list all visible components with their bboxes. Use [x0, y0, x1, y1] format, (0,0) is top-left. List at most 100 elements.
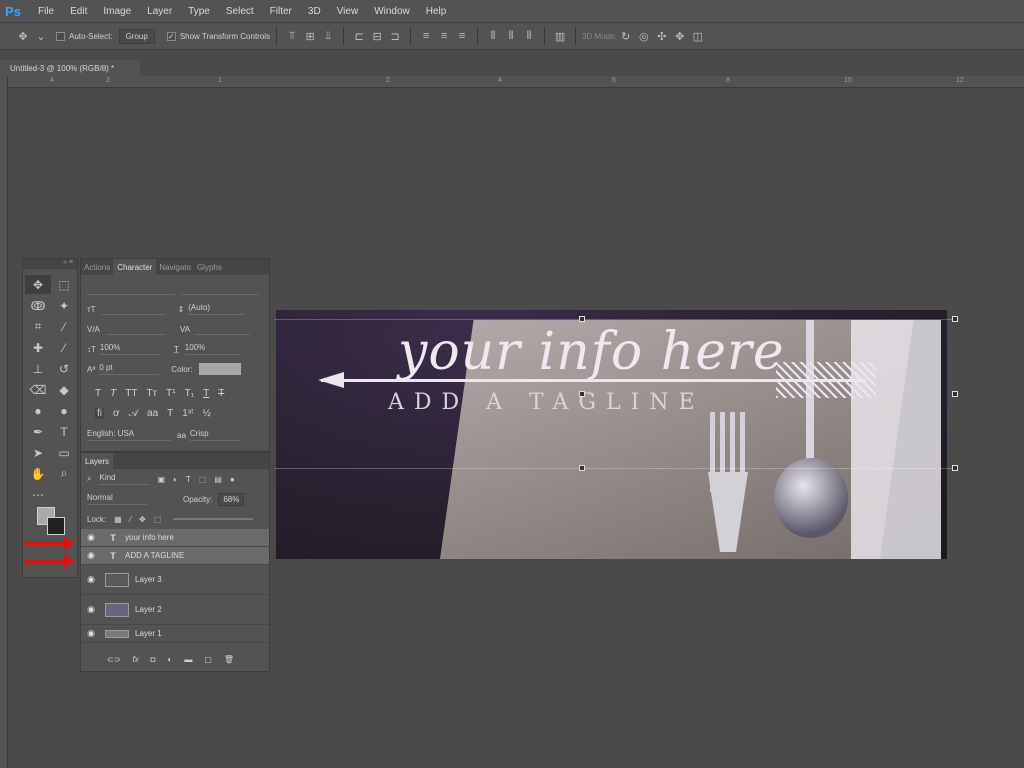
tracking-field[interactable]: [193, 323, 250, 335]
align-right-icon[interactable]: ⊐: [386, 27, 404, 45]
mask-icon[interactable]: ◘: [151, 655, 156, 664]
kerning-field[interactable]: [105, 323, 166, 335]
tab-actions[interactable]: Actions: [81, 263, 113, 272]
align-hcenter-icon[interactable]: ⊟: [368, 27, 386, 45]
font-family-field[interactable]: [87, 283, 175, 295]
blur-tool-icon[interactable]: ●: [25, 401, 51, 420]
document-tab[interactable]: Untitled-3 @ 100% (RGB/8) *: [0, 60, 140, 76]
underline-icon[interactable]: T: [203, 388, 209, 399]
distribute-bottom-icon[interactable]: ≡: [453, 27, 471, 45]
menu-edit[interactable]: Edit: [62, 6, 95, 17]
move-tool-icon[interactable]: ✥: [14, 27, 32, 45]
faux-italic-icon[interactable]: T: [110, 388, 116, 399]
marquee-tool-icon[interactable]: ⬚: [51, 275, 77, 294]
align-bottom-icon[interactable]: ⫫: [319, 27, 337, 45]
opacity-field[interactable]: 68%: [218, 492, 245, 506]
filter-smart-icon[interactable]: ▤: [214, 475, 222, 484]
tab-glyphs[interactable]: Glyphs: [194, 263, 225, 272]
show-transform-checkbox[interactable]: ✓: [166, 31, 176, 41]
swash-icon[interactable]: 𝒜: [129, 408, 138, 419]
transform-handle[interactable]: [579, 316, 585, 322]
adjustment-icon[interactable]: ◐: [167, 655, 172, 664]
baseline-field[interactable]: 0 pt: [99, 363, 160, 375]
layer-name[interactable]: Layer 1: [135, 629, 162, 638]
trash-icon[interactable]: 🗑: [224, 655, 234, 664]
transform-handle[interactable]: [952, 316, 958, 322]
auto-align-icon[interactable]: ▥: [551, 27, 569, 45]
zoom-tool-icon[interactable]: ⌕: [51, 464, 77, 483]
vertical-scale-field[interactable]: 100%: [99, 343, 160, 355]
folder-icon[interactable]: ▬: [184, 655, 192, 664]
eyedropper-icon[interactable]: ⁄: [51, 317, 77, 336]
tab-navigator[interactable]: Navigato: [156, 263, 194, 272]
layer-name[interactable]: ADD A TAGLINE: [125, 551, 184, 560]
pen-tool-icon[interactable]: ✒: [25, 422, 51, 441]
tab-character[interactable]: Character: [113, 259, 157, 275]
distribute-hcenter-icon[interactable]: ⦀: [502, 27, 520, 45]
opacity-slider[interactable]: [173, 518, 254, 520]
ordinals-icon[interactable]: 1ˢᵗ: [182, 408, 193, 419]
eye-icon[interactable]: ◉: [81, 550, 101, 561]
lock-paint-icon[interactable]: ⁄: [130, 515, 131, 524]
superscript-icon[interactable]: T¹: [166, 388, 175, 399]
menu-filter[interactable]: Filter: [262, 6, 300, 17]
lock-position-icon[interactable]: ✥: [139, 515, 146, 524]
antialias-dropdown[interactable]: Crisp: [189, 429, 240, 441]
tab-layers[interactable]: Layers: [81, 453, 114, 469]
language-dropdown[interactable]: English: USA: [87, 429, 171, 441]
menu-file[interactable]: File: [30, 6, 62, 17]
layer-row[interactable]: ◉ Layer 3: [81, 565, 269, 595]
transform-center-point[interactable]: [579, 391, 585, 397]
new-layer-icon[interactable]: ▢: [204, 655, 212, 664]
layer-name[interactable]: Layer 3: [135, 575, 162, 584]
titling-icon[interactable]: T: [167, 408, 173, 419]
font-style-field[interactable]: [181, 283, 259, 295]
distribute-vcenter-icon[interactable]: ≡: [435, 27, 453, 45]
menu-view[interactable]: View: [329, 6, 367, 17]
path-select-icon[interactable]: ➤: [25, 443, 51, 462]
menu-window[interactable]: Window: [366, 6, 418, 17]
3d-drag-icon[interactable]: ✣: [653, 27, 671, 45]
transform-handle[interactable]: [952, 465, 958, 471]
text-color-swatch[interactable]: [198, 363, 241, 375]
filter-adjust-icon[interactable]: ◐: [173, 475, 178, 484]
horizontal-scale-field[interactable]: 100%: [184, 343, 241, 355]
3d-rotate-icon[interactable]: ↻: [617, 27, 635, 45]
menu-type[interactable]: Type: [180, 6, 218, 17]
lock-pixels-icon[interactable]: ▦: [114, 515, 122, 524]
distribute-right-icon[interactable]: ⦀: [520, 27, 538, 45]
align-vcenter-icon[interactable]: ⊞: [301, 27, 319, 45]
autoselect-dropdown[interactable]: Group: [118, 28, 155, 44]
background-color-swatch[interactable]: [47, 517, 65, 535]
transform-handle[interactable]: [579, 465, 585, 471]
layer-row[interactable]: ◉ T ADD A TAGLINE: [81, 547, 269, 565]
layer-row[interactable]: ◉ Layer 2: [81, 595, 269, 625]
hand-tool-icon[interactable]: ✋: [25, 464, 51, 483]
dodge-tool-icon[interactable]: ●: [51, 401, 77, 420]
filter-shape-icon[interactable]: ⬚: [199, 475, 207, 484]
type-tool-icon[interactable]: T: [51, 422, 77, 441]
move-tool-icon[interactable]: ✥: [25, 275, 51, 294]
filter-toggle-icon[interactable]: ●: [230, 475, 235, 484]
3d-scale-icon[interactable]: ◫: [689, 27, 707, 45]
menu-image[interactable]: Image: [95, 6, 139, 17]
brush-tool-icon[interactable]: ⁄: [51, 338, 77, 357]
distribute-left-icon[interactable]: ⦀: [484, 27, 502, 45]
menu-select[interactable]: Select: [218, 6, 262, 17]
faux-bold-icon[interactable]: T: [95, 388, 101, 399]
leading-field[interactable]: (Auto): [188, 303, 245, 315]
shape-tool-icon[interactable]: ▭: [51, 443, 77, 462]
history-brush-icon[interactable]: ↺: [51, 359, 77, 378]
fractions-icon[interactable]: ½: [202, 408, 210, 419]
distribute-top-icon[interactable]: ≡: [417, 27, 435, 45]
eye-icon[interactable]: ◉: [81, 574, 101, 585]
menu-help[interactable]: Help: [418, 6, 455, 17]
eye-icon[interactable]: ◉: [81, 532, 101, 543]
link-icon[interactable]: ⊂⊃: [107, 655, 120, 664]
3d-slide-icon[interactable]: ✥: [671, 27, 689, 45]
align-top-icon[interactable]: ⫪: [283, 27, 301, 45]
filter-pixel-icon[interactable]: ▣: [157, 475, 165, 484]
more-tools-icon[interactable]: ⋯: [25, 485, 51, 504]
healing-brush-icon[interactable]: ✚: [25, 338, 51, 357]
small-caps-icon[interactable]: Tт: [146, 388, 157, 399]
